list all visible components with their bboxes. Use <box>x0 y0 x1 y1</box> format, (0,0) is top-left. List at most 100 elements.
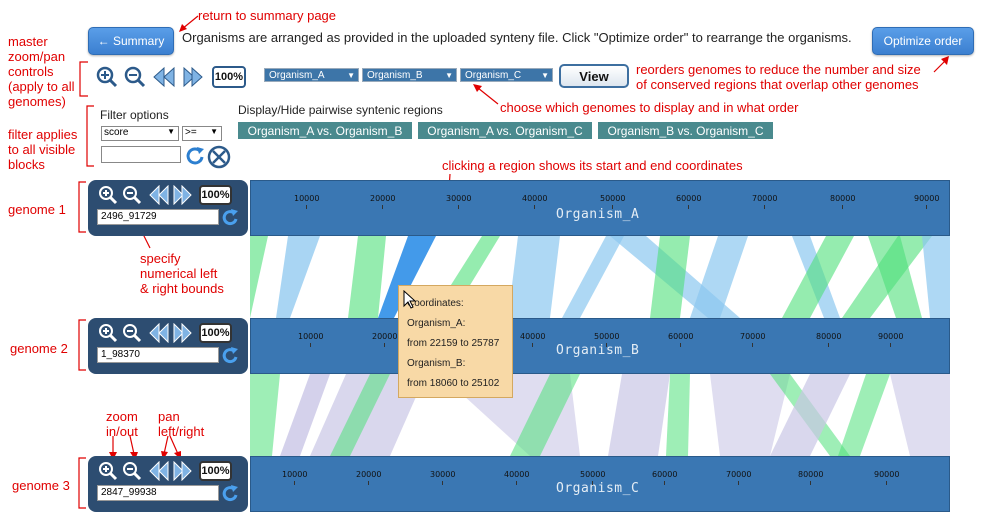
tick-label: 50000 <box>594 332 620 341</box>
optimize-order-button[interactable]: Optimize order <box>872 27 974 55</box>
regions-b-c <box>250 374 950 456</box>
genome-select-3[interactable]: Organism_C ▼ <box>460 68 553 82</box>
zoom-in-icon[interactable] <box>98 461 118 481</box>
annotation-master-controls: master zoom/pan controls (apply to all g… <box>8 34 75 109</box>
clear-filter-icon[interactable] <box>207 145 231 169</box>
annotation-bracket <box>86 105 94 167</box>
tick-mark <box>294 481 295 485</box>
tooltip-org1: Organism_A: <box>407 318 466 329</box>
tick-label: 40000 <box>504 470 530 479</box>
annotation-filter-applies: filter applies to all visible blocks <box>8 127 78 172</box>
synteny-region[interactable] <box>562 236 624 318</box>
tick-label: 50000 <box>600 194 626 203</box>
tick-label: 70000 <box>740 332 766 341</box>
pairwise-toggle-a-b[interactable]: Organism_A vs. Organism_B <box>238 122 412 139</box>
tick-label: 80000 <box>816 332 842 341</box>
synteny-region[interactable] <box>250 236 268 318</box>
synteny-region[interactable] <box>666 374 690 456</box>
summary-button[interactable]: ← Summary <box>88 27 174 55</box>
reset-zoom-button[interactable]: 100% <box>212 66 246 88</box>
genome-select-2[interactable]: Organism_B ▼ <box>362 68 457 82</box>
tick-mark <box>926 205 927 209</box>
synteny-region[interactable] <box>250 374 280 456</box>
annotation-genome2: genome 2 <box>10 341 68 356</box>
tick-mark <box>680 343 681 347</box>
tooltip-range2: from 18060 to 25102 <box>407 378 500 389</box>
bounds-input[interactable]: 2847_99938 <box>97 485 219 501</box>
pan-right-icon[interactable] <box>170 461 194 481</box>
synteny-region[interactable] <box>276 236 320 318</box>
refresh-icon[interactable] <box>220 484 240 504</box>
pan-left-icon[interactable] <box>148 185 172 205</box>
tick-mark <box>606 343 607 347</box>
tick-mark <box>534 205 535 209</box>
zoom-out-icon[interactable] <box>124 66 146 88</box>
pan-right-icon[interactable] <box>180 66 206 88</box>
filter-value-input[interactable] <box>101 146 181 163</box>
tick-mark <box>612 205 613 209</box>
tick-label: 40000 <box>520 332 546 341</box>
tooltip-org2: Organism_B: <box>407 358 466 369</box>
pairwise-title: Display/Hide pairwise syntenic regions <box>238 103 443 117</box>
filter-operator-select[interactable]: >= ▼ <box>182 126 222 141</box>
tick-mark <box>828 343 829 347</box>
synteny-region[interactable] <box>922 236 950 318</box>
genome-axis-a: 10000 20000 30000 40000 50000 60000 70000 80000… <box>250 180 950 236</box>
reset-zoom-button[interactable]: 100% <box>199 323 232 343</box>
annotation-choose-genomes: choose which genomes to display and in w… <box>500 100 799 115</box>
tick-mark <box>764 205 765 209</box>
tick-label: 90000 <box>914 194 940 203</box>
tick-mark <box>310 343 311 347</box>
genome-select-1[interactable]: Organism_A ▼ <box>264 68 359 82</box>
zoom-in-icon[interactable] <box>98 323 118 343</box>
pairwise-toggle-a-c[interactable]: Organism_A vs. Organism_C <box>418 122 592 139</box>
tick-label: 20000 <box>372 332 398 341</box>
zoom-out-icon[interactable] <box>122 185 142 205</box>
tooltip-title: Coordinates: <box>407 298 464 309</box>
annotation-bracket <box>79 61 88 97</box>
tick-mark <box>458 205 459 209</box>
bounds-input[interactable]: 1_98370 <box>97 347 219 363</box>
pan-left-icon[interactable] <box>148 323 172 343</box>
tooltip-range1: from 22159 to 25787 <box>407 338 500 349</box>
refresh-icon[interactable] <box>220 208 240 228</box>
pan-right-icon[interactable] <box>170 323 194 343</box>
pan-right-icon[interactable] <box>170 185 194 205</box>
bounds-input[interactable]: 2496_91729 <box>97 209 219 225</box>
tick-mark <box>842 205 843 209</box>
annotation-arrow <box>933 56 949 73</box>
synteny-region[interactable] <box>782 236 854 318</box>
reset-zoom-button[interactable]: 100% <box>199 461 232 481</box>
tick-label: 60000 <box>668 332 694 341</box>
synteny-region[interactable] <box>508 236 560 318</box>
tick-mark <box>890 343 891 347</box>
synteny-region[interactable] <box>838 374 890 456</box>
refresh-icon[interactable] <box>184 145 206 167</box>
filter-field-select[interactable]: score ▼ <box>101 126 179 141</box>
tick-label: 20000 <box>370 194 396 203</box>
zoom-out-icon[interactable] <box>122 323 142 343</box>
pan-left-icon[interactable] <box>148 461 172 481</box>
zoom-in-icon[interactable] <box>98 185 118 205</box>
view-button[interactable]: View <box>559 64 629 88</box>
annotation-genome1: genome 1 <box>8 202 66 217</box>
synteny-region[interactable] <box>690 236 748 318</box>
tick-mark <box>752 343 753 347</box>
pan-left-icon[interactable] <box>152 66 178 88</box>
refresh-icon[interactable] <box>220 346 240 366</box>
synteny-region[interactable] <box>890 374 950 456</box>
synteny-region[interactable] <box>608 374 670 456</box>
pairwise-toggle-b-c[interactable]: Organism_B vs. Organism_C <box>598 122 773 139</box>
tick-mark <box>306 205 307 209</box>
annotation-arrow <box>473 84 499 105</box>
synteny-region[interactable] <box>348 236 386 318</box>
zoom-out-icon[interactable] <box>122 461 142 481</box>
tick-mark <box>810 481 811 485</box>
reset-zoom-button[interactable]: 100% <box>199 185 232 205</box>
tick-label: 10000 <box>298 332 324 341</box>
annotation-return-summary: return to summary page <box>198 8 337 23</box>
tick-label: 30000 <box>430 470 456 479</box>
tick-mark <box>532 343 533 347</box>
tick-label: 90000 <box>878 332 904 341</box>
zoom-in-icon[interactable] <box>96 66 118 88</box>
